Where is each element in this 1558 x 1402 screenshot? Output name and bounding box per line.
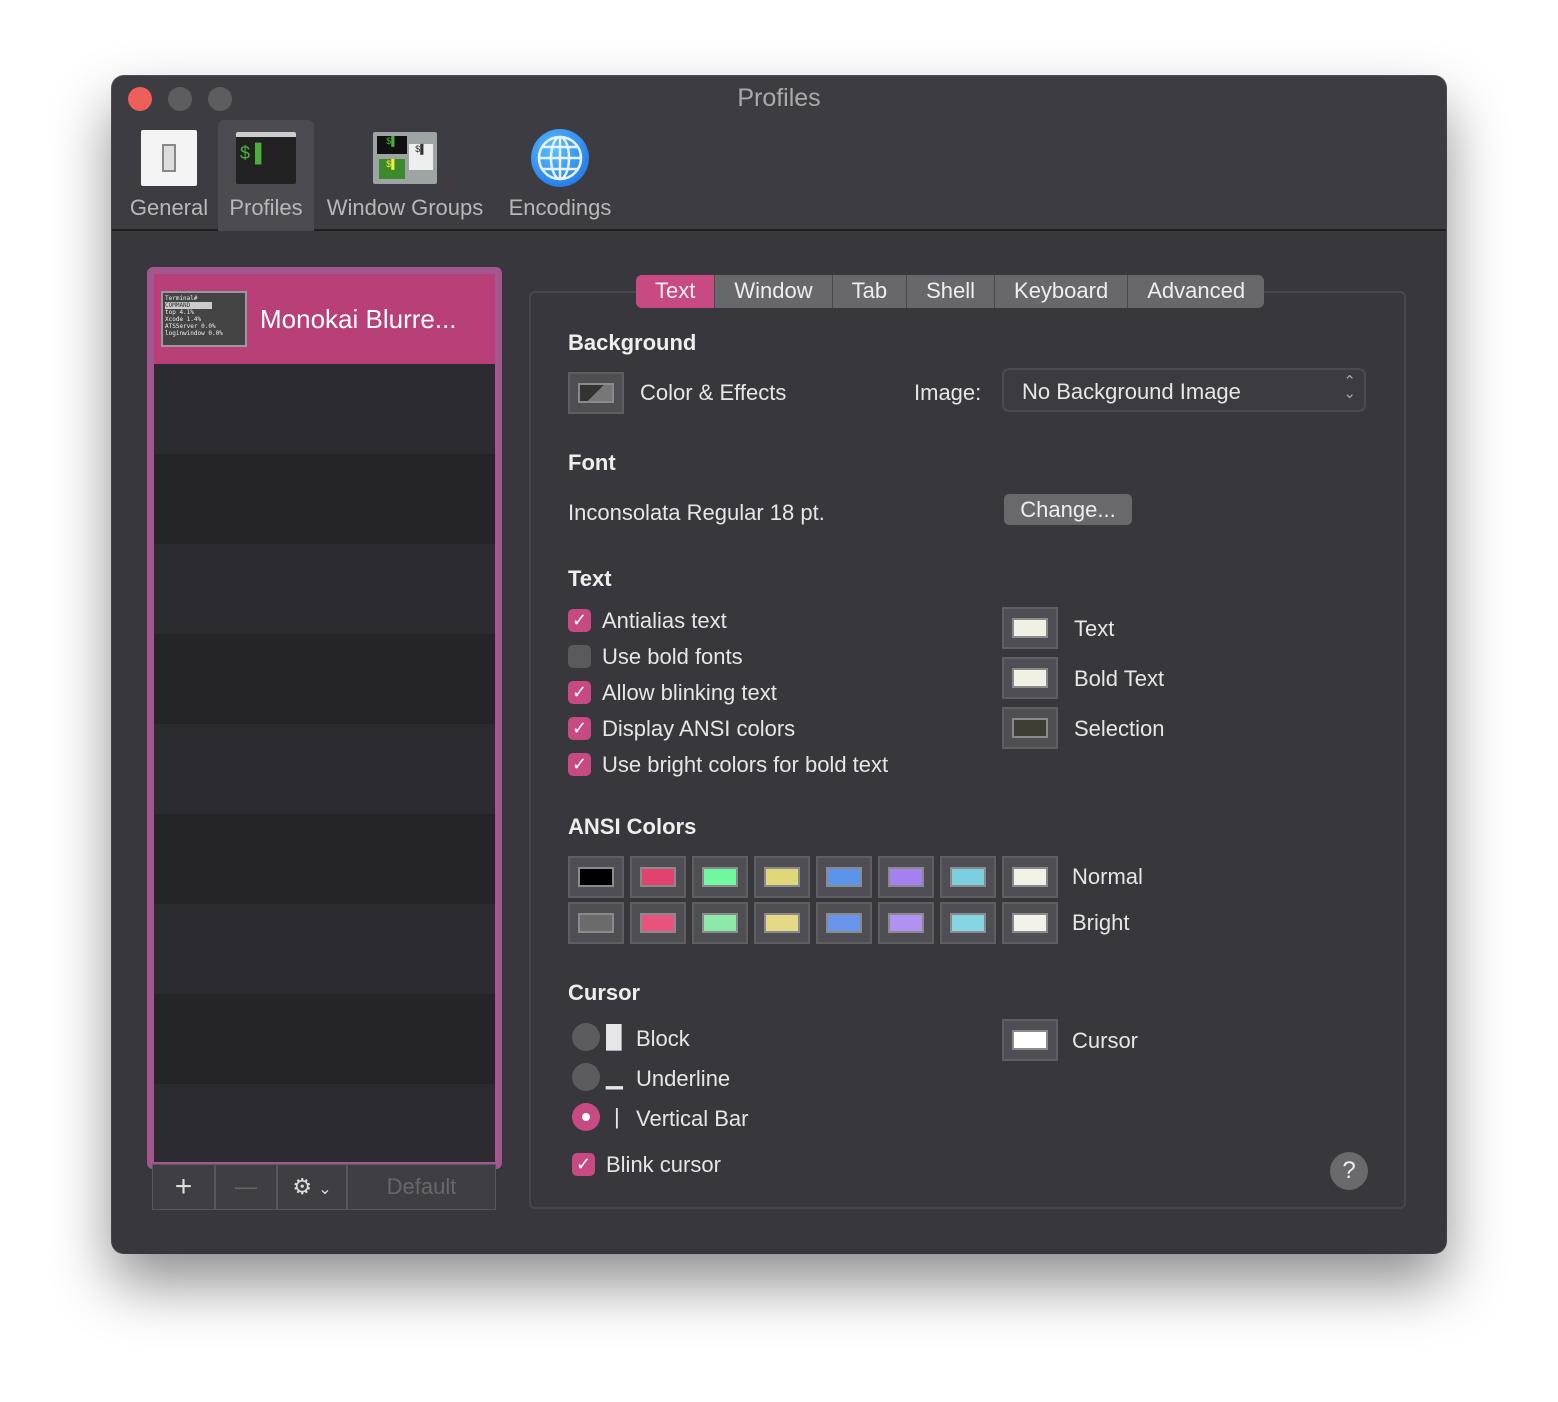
default-button[interactable]: Default bbox=[347, 1164, 496, 1210]
gear-icon: ⚙ bbox=[292, 1174, 313, 1199]
cursor-vertical-bar-radio[interactable] bbox=[572, 1103, 600, 1131]
font-heading: Font bbox=[568, 450, 616, 475]
text-color-label: Text bbox=[1074, 616, 1115, 641]
toolbar: Profiles General $ ▌ Profiles $▌ $▌ $▌ W… bbox=[112, 76, 1446, 231]
ansi-heading: ANSI Colors bbox=[568, 814, 697, 839]
ansi-normal-swatch-0[interactable] bbox=[568, 856, 624, 898]
toolbar-encodings[interactable]: Encodings bbox=[500, 120, 620, 231]
cursor-block-label: Block bbox=[636, 1026, 690, 1051]
bold-text-color-swatch[interactable] bbox=[1002, 657, 1058, 699]
background-image-select[interactable]: No Background Image ⌃ ⌄ bbox=[1002, 368, 1366, 412]
settings-tabs: Text Window Tab Shell Keyboard Advanced bbox=[636, 275, 1265, 308]
change-font-button[interactable]: Change... bbox=[1004, 494, 1132, 525]
blinking-text-label: Allow blinking text bbox=[602, 680, 777, 705]
vertical-bar-glyph: | bbox=[614, 1104, 620, 1129]
cursor-underline-radio[interactable] bbox=[572, 1063, 600, 1091]
select-value: No Background Image bbox=[1022, 379, 1241, 404]
color-effects-button[interactable] bbox=[568, 372, 624, 414]
tab-text[interactable]: Text bbox=[636, 275, 716, 308]
ansi-normal-swatch-4[interactable] bbox=[816, 856, 872, 898]
gear-menu-button[interactable]: ⚙ ⌄ bbox=[277, 1164, 347, 1210]
ansi-normal-swatch-7[interactable] bbox=[1002, 856, 1058, 898]
ansi-bright-swatch-6[interactable] bbox=[940, 902, 996, 944]
cursor-vertical-bar-label: Vertical Bar bbox=[636, 1106, 749, 1131]
profiles-list[interactable]: Terminal# COMMAND top 4.1% Xcode 1.4% ATSSer… bbox=[147, 267, 502, 1169]
stepper-icon: ⌃ ⌄ bbox=[1343, 373, 1356, 402]
bold-text-color-label: Bold Text bbox=[1074, 666, 1165, 691]
ansi-normal-swatch-3[interactable] bbox=[754, 856, 810, 898]
ansi-normal-swatch-2[interactable] bbox=[692, 856, 748, 898]
tab-advanced[interactable]: Advanced bbox=[1128, 275, 1264, 308]
color-effects-label: Color & Effects bbox=[640, 380, 787, 405]
tab-tab[interactable]: Tab bbox=[833, 275, 908, 308]
switch-icon bbox=[141, 130, 197, 186]
background-heading: Background bbox=[568, 330, 697, 355]
bold-fonts-checkbox[interactable] bbox=[568, 645, 591, 668]
bold-fonts-label: Use bold fonts bbox=[602, 644, 743, 669]
cursor-heading: Cursor bbox=[568, 980, 641, 1005]
tab-keyboard[interactable]: Keyboard bbox=[995, 275, 1129, 308]
ansi-bright-swatch-2[interactable] bbox=[692, 902, 748, 944]
bright-bold-checkbox[interactable]: ✓ bbox=[568, 753, 591, 776]
add-profile-button[interactable]: + bbox=[152, 1164, 215, 1210]
cursor-color-swatch[interactable] bbox=[1002, 1019, 1058, 1061]
underline-glyph: ▁ bbox=[606, 1064, 623, 1089]
ansi-bright-swatch-7[interactable] bbox=[1002, 902, 1058, 944]
tab-shell[interactable]: Shell bbox=[907, 275, 996, 308]
blink-cursor-label: Blink cursor bbox=[606, 1152, 721, 1177]
font-value: Inconsolata Regular 18 pt. bbox=[568, 500, 825, 525]
tab-window[interactable]: Window bbox=[715, 275, 833, 308]
toolbar-window-groups[interactable]: $▌ $▌ $▌ Window Groups bbox=[320, 120, 490, 231]
window-title: Profiles bbox=[737, 84, 821, 112]
bright-label: Bright bbox=[1072, 910, 1130, 935]
help-button[interactable]: ? bbox=[1330, 1152, 1368, 1190]
ansi-normal-swatch-6[interactable] bbox=[940, 856, 996, 898]
remove-profile-button[interactable]: — bbox=[215, 1164, 277, 1210]
image-label: Image: bbox=[914, 380, 982, 405]
blink-cursor-checkbox[interactable]: ✓ bbox=[572, 1153, 595, 1176]
ansi-bright-swatch-4[interactable] bbox=[816, 902, 872, 944]
ansi-normal-swatch-1[interactable] bbox=[630, 856, 686, 898]
window-groups-icon: $▌ $▌ $▌ bbox=[373, 132, 437, 184]
profile-name: Monokai Blurre... bbox=[260, 304, 457, 334]
ansi-normal-swatch-5[interactable] bbox=[878, 856, 934, 898]
toolbar-general[interactable]: General bbox=[126, 120, 212, 231]
blinking-text-checkbox[interactable]: ✓ bbox=[568, 681, 591, 704]
selection-color-label: Selection bbox=[1074, 716, 1165, 741]
antialias-label: Antialias text bbox=[602, 608, 727, 633]
text-color-swatch[interactable] bbox=[1002, 607, 1058, 649]
ansi-bright-swatch-0[interactable] bbox=[568, 902, 624, 944]
ansi-bright-swatch-1[interactable] bbox=[630, 902, 686, 944]
ansi-colors-checkbox[interactable]: ✓ bbox=[568, 717, 591, 740]
ansi-bright-swatch-3[interactable] bbox=[754, 902, 810, 944]
terminal-icon: $ ▌ bbox=[236, 132, 296, 184]
ansi-colors-label: Display ANSI colors bbox=[602, 716, 796, 741]
normal-label: Normal bbox=[1072, 864, 1143, 889]
profile-item[interactable]: Terminal# COMMAND top 4.1% Xcode 1.4% ATSSer… bbox=[154, 274, 495, 364]
cursor-underline-label: Underline bbox=[636, 1066, 731, 1091]
text-heading: Text bbox=[568, 566, 612, 591]
preferences-window: Profiles General $ ▌ Profiles $▌ $▌ $▌ W… bbox=[112, 76, 1446, 1253]
bright-bold-label: Use bright colors for bold text bbox=[602, 752, 889, 777]
cursor-block-radio[interactable] bbox=[572, 1023, 600, 1051]
cursor-color-label: Cursor bbox=[1072, 1028, 1139, 1053]
chevron-down-icon: ⌄ bbox=[318, 1181, 332, 1198]
ansi-bright-swatch-5[interactable] bbox=[878, 902, 934, 944]
antialias-checkbox[interactable]: ✓ bbox=[568, 609, 591, 632]
profile-thumbnail: Terminal# COMMAND top 4.1% Xcode 1.4% ATSSer… bbox=[161, 291, 247, 347]
block-glyph: █ bbox=[606, 1024, 622, 1049]
selection-color-swatch[interactable] bbox=[1002, 707, 1058, 749]
toolbar-profiles[interactable]: $ ▌ Profiles bbox=[218, 120, 314, 231]
globe-icon bbox=[531, 129, 589, 187]
